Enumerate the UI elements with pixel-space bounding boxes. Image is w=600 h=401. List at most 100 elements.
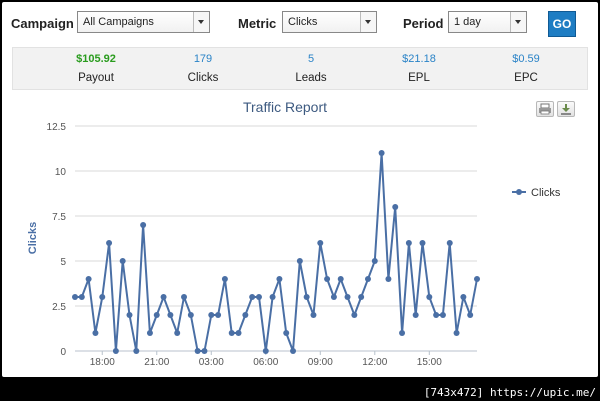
data-point [276, 276, 283, 282]
data-point [330, 294, 337, 300]
metric-select[interactable]: Clicks [282, 11, 377, 33]
stat-epl-value: $21.18 [402, 53, 436, 65]
data-point [303, 294, 310, 300]
stat-epc-value: $0.59 [512, 53, 540, 65]
stat-clicks: 179 Clicks [153, 53, 253, 84]
data-point [140, 222, 147, 228]
y-axis-label: Clicks [27, 222, 39, 254]
data-point [201, 348, 208, 354]
data-point [112, 348, 119, 354]
stat-epl-label: EPL [408, 72, 430, 84]
x-tick-label: 21:00 [144, 357, 169, 368]
x-tick-label: 12:00 [362, 357, 387, 368]
stat-payout-label: Payout [78, 72, 114, 84]
data-point [439, 312, 446, 318]
legend-label: Clicks [531, 187, 561, 199]
data-point [228, 330, 235, 336]
watermark-text: [743x472] https://upic.me/ [423, 386, 596, 399]
data-point [262, 348, 269, 354]
data-point [72, 294, 78, 300]
data-point [371, 258, 378, 264]
legend-marker [516, 189, 522, 195]
period-label: Period [403, 16, 444, 31]
y-tick-label: 12.5 [47, 122, 67, 133]
period-select-value: 1 day [454, 16, 481, 28]
data-point [364, 276, 371, 282]
traffic-chart: Traffic Report 0 2.5 5 7.5 10 12.5 18:00 21:00 0… [27, 99, 561, 368]
series-line-clicks [75, 152, 478, 352]
data-point [337, 276, 344, 282]
data-point [344, 294, 351, 300]
data-point [392, 204, 399, 210]
data-point [208, 312, 215, 318]
campaign-select-value: All Campaigns [83, 16, 154, 28]
y-tick-label: 5 [60, 257, 66, 268]
y-tick-label: 2.5 [52, 302, 66, 313]
metric-select-value: Clicks [288, 16, 318, 28]
stat-clicks-label: Clicks [187, 72, 219, 84]
data-point [378, 150, 385, 156]
data-point [453, 330, 460, 336]
stat-payout-value: $105.92 [76, 53, 116, 65]
data-point [433, 312, 440, 318]
data-point [146, 330, 153, 336]
data-point [99, 294, 106, 300]
data-point [467, 312, 474, 318]
data-point [446, 240, 453, 246]
chart-legend[interactable]: Clicks [512, 187, 561, 199]
data-point [221, 276, 228, 282]
chevron-down-icon [510, 12, 526, 32]
data-point [160, 294, 167, 300]
data-point [269, 294, 276, 300]
data-point [126, 312, 133, 318]
data-point [255, 294, 262, 300]
data-point [133, 348, 140, 354]
data-point [174, 330, 181, 336]
x-tick-label: 15:00 [417, 357, 442, 368]
data-point [296, 258, 303, 264]
data-point [399, 330, 406, 336]
data-point [324, 276, 331, 282]
stat-payout: $105.92 Payout [46, 53, 146, 84]
stat-leads-label: Leads [295, 72, 327, 84]
data-point [249, 294, 256, 300]
x-tick-label: 06:00 [253, 357, 278, 368]
x-tick-label: 18:00 [90, 357, 115, 368]
data-point [351, 312, 358, 318]
y-tick-label: 10 [55, 167, 67, 178]
stat-epl: $21.18 EPL [369, 53, 469, 84]
period-select[interactable]: 1 day [448, 11, 527, 33]
data-point [167, 312, 174, 318]
data-point [106, 240, 113, 246]
stat-clicks-value: 179 [193, 53, 213, 65]
data-point [92, 330, 99, 336]
go-button[interactable]: GO [548, 11, 576, 37]
data-point [405, 240, 412, 246]
data-point [85, 276, 92, 282]
stat-leads: 5 Leads [261, 53, 361, 84]
data-point [358, 294, 365, 300]
chevron-down-icon [360, 12, 376, 32]
chevron-down-icon [193, 12, 209, 32]
campaign-label: Campaign [11, 16, 74, 31]
stat-leads-value: 5 [307, 53, 315, 65]
chart-title: Traffic Report [243, 99, 327, 115]
x-tick-label: 09:00 [308, 357, 333, 368]
data-point [419, 240, 426, 246]
data-point [412, 312, 419, 318]
y-tick-label: 0 [60, 347, 66, 358]
data-point [474, 276, 480, 282]
stats-bar: $105.92 Payout 179 Clicks 5 Leads $21.18… [12, 47, 588, 90]
data-point [310, 312, 317, 318]
data-point [153, 312, 160, 318]
data-point [194, 348, 201, 354]
data-point [385, 276, 392, 282]
report-panel: Campaign All Campaigns Metric Clicks Per… [2, 2, 598, 377]
data-point [181, 294, 188, 300]
data-point [235, 330, 242, 336]
campaign-select[interactable]: All Campaigns [77, 11, 210, 33]
x-tick-label: 03:00 [199, 357, 224, 368]
data-point [426, 294, 433, 300]
chart-series [72, 150, 480, 354]
data-point [317, 240, 324, 246]
